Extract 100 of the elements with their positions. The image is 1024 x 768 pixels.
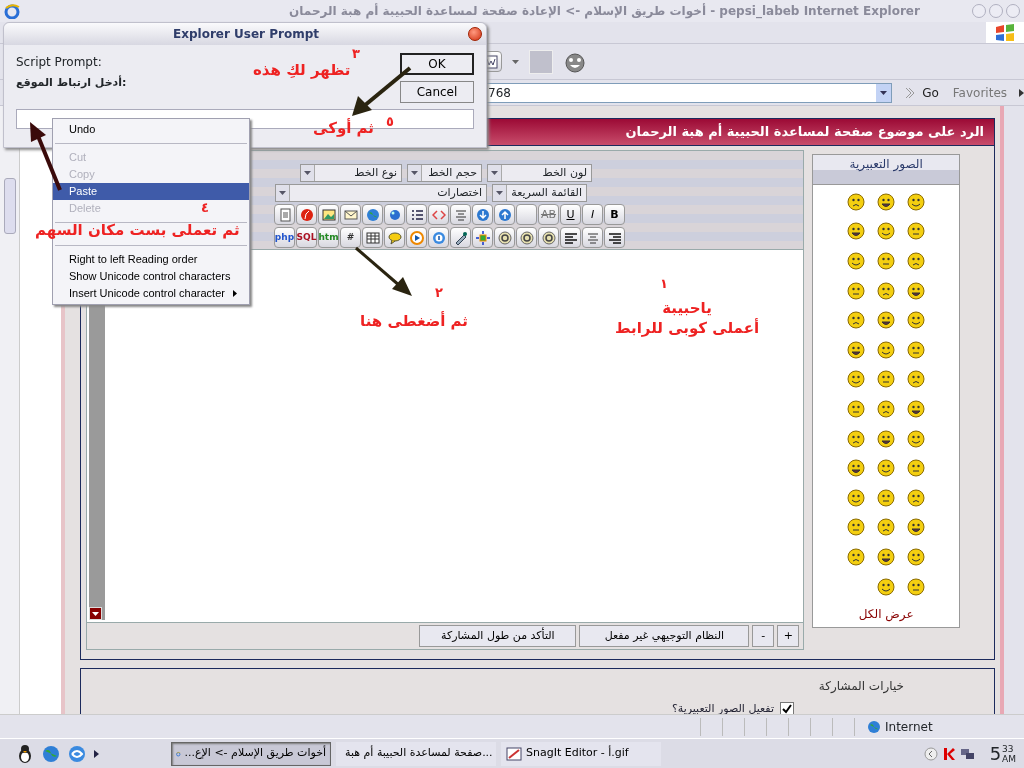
smiley-icon[interactable]	[877, 370, 896, 389]
format-button[interactable]: htm	[318, 227, 339, 248]
smiley-icon[interactable]	[877, 399, 896, 418]
favorites-link[interactable]: Favorites	[952, 83, 1008, 102]
dropdown-arrow-icon[interactable]	[512, 59, 519, 64]
toolbar-button[interactable]	[406, 204, 427, 225]
format-button[interactable]: I	[582, 204, 603, 225]
toolbar-button[interactable]	[450, 227, 471, 248]
dropdown[interactable]: القائمة السريعة	[492, 184, 587, 202]
checkbox[interactable]	[780, 702, 794, 714]
smiley-icon[interactable]	[907, 222, 926, 241]
dialog-button[interactable]: OK	[400, 53, 474, 75]
dropdown[interactable]: حجم الخط	[407, 164, 482, 182]
smiley-icon[interactable]	[907, 340, 926, 359]
smiley-icon[interactable]	[847, 311, 866, 330]
dropdown[interactable]: نوع الخط	[300, 164, 402, 182]
smiley-icon[interactable]	[907, 488, 926, 507]
taskbar-button[interactable]: SnagIt Editor - أ.gif	[501, 741, 661, 766]
menu-item[interactable]: Undo	[53, 121, 100, 138]
toolbar-button[interactable]	[494, 227, 515, 248]
smiley-icon[interactable]	[907, 429, 926, 448]
toolbar-button[interactable]	[384, 204, 405, 225]
smiley-icon[interactable]	[877, 577, 896, 596]
toolbar-button[interactable]	[472, 227, 493, 248]
menu-item[interactable]: Insert Unicode control character	[53, 285, 245, 302]
smiley-icon[interactable]	[877, 459, 896, 478]
taskbar-button[interactable]: ...أخوات طريق الإسلام -> الإع	[171, 741, 331, 766]
toolbar-button[interactable]	[428, 204, 449, 225]
smiley-icon[interactable]	[907, 281, 926, 300]
menu-item[interactable]: Right to left Reading order	[53, 251, 202, 268]
toolbar-button[interactable]	[296, 204, 317, 225]
toolbar-button[interactable]	[516, 227, 537, 248]
smiley-icon[interactable]	[877, 281, 896, 300]
dropdown[interactable]: اختصارات	[275, 184, 487, 202]
close-button[interactable]	[468, 27, 482, 41]
show-all-link[interactable]: عرض الكل	[813, 605, 959, 623]
dropdown[interactable]: لون الخط	[487, 164, 592, 182]
format-button[interactable]: AB	[538, 204, 559, 225]
smiley-icon[interactable]	[907, 252, 926, 270]
smiley-icon[interactable]	[847, 222, 866, 241]
chevron-icon[interactable]	[94, 749, 99, 758]
k-logo-icon[interactable]	[941, 746, 956, 761]
dialog-button[interactable]: Cancel	[400, 81, 474, 103]
smiley-icon[interactable]	[907, 547, 926, 566]
smiley-icon[interactable]	[847, 281, 866, 300]
smiley-icon[interactable]	[847, 252, 866, 270]
scroll-thumb[interactable]	[4, 178, 16, 234]
toolbar-button[interactable]	[406, 227, 427, 248]
menu-item[interactable]: Paste	[53, 183, 249, 200]
smiley-icon[interactable]	[907, 399, 926, 418]
smiley-icon[interactable]	[877, 252, 896, 270]
smiley-icon[interactable]	[907, 192, 926, 211]
chevron-icon[interactable]	[1019, 88, 1024, 97]
smiley-icon[interactable]	[877, 222, 896, 241]
toolbar-button[interactable]	[604, 227, 625, 248]
smiley-icon[interactable]	[877, 547, 896, 566]
smiley-icon[interactable]	[877, 192, 896, 211]
editor-button[interactable]: النظام التوجيهي غير مفعل	[579, 625, 750, 647]
editor-button[interactable]: +	[777, 625, 800, 647]
smiley-icon[interactable]	[877, 429, 896, 448]
toolbar-button[interactable]	[538, 227, 559, 248]
globe-icon[interactable]	[42, 744, 60, 763]
menu-item[interactable]: Show Unicode control characters	[53, 268, 235, 285]
smiley-icon[interactable]	[877, 311, 896, 330]
go-button[interactable]: Go	[896, 83, 949, 102]
taskbar-button[interactable]: صفحة لمساعدة الحبيبة أم هبة...	[336, 741, 496, 766]
smiley-icon[interactable]	[907, 459, 926, 478]
smiley-icon[interactable]	[877, 488, 896, 507]
toolbar-button[interactable]	[560, 227, 581, 248]
scrollbar[interactable]	[0, 106, 20, 714]
smiley-icon[interactable]	[907, 518, 926, 537]
editor-button[interactable]: التأكد من طول المشاركة	[419, 625, 577, 647]
network-icon[interactable]	[959, 746, 976, 761]
format-button[interactable]: B	[604, 204, 625, 225]
smiley-icon[interactable]	[907, 370, 926, 389]
dropdown-arrow-icon[interactable]	[880, 90, 888, 95]
smiley-icon[interactable]	[847, 370, 866, 389]
toolbar-button[interactable]	[472, 204, 493, 225]
smiley-icon[interactable]	[847, 429, 866, 448]
smiley-icon[interactable]	[877, 340, 896, 359]
editor-button[interactable]: -	[752, 625, 775, 647]
swirl-icon[interactable]	[68, 744, 86, 763]
format-button[interactable]: #	[340, 227, 361, 248]
smiley-icon[interactable]	[847, 399, 866, 418]
smiley-icon[interactable]	[847, 518, 866, 537]
scroll-down-button[interactable]	[89, 607, 102, 620]
toolbar-button[interactable]	[494, 204, 515, 225]
smiley-icon[interactable]	[907, 577, 926, 596]
smiley-icon[interactable]	[847, 488, 866, 507]
toolbar-button[interactable]	[362, 227, 383, 248]
smiley-icon[interactable]	[847, 192, 866, 211]
toolbar-button[interactable]	[384, 227, 405, 248]
smiley-icon[interactable]	[847, 459, 866, 478]
smiley-icon[interactable]	[847, 340, 866, 359]
format-button[interactable]: U	[560, 204, 581, 225]
smiley-icon[interactable]	[847, 547, 866, 566]
smiley-icon[interactable]	[877, 518, 896, 537]
penguin-icon[interactable]	[16, 743, 34, 764]
format-button[interactable]: SQL	[296, 227, 317, 248]
address-field[interactable]: 768	[485, 82, 893, 103]
